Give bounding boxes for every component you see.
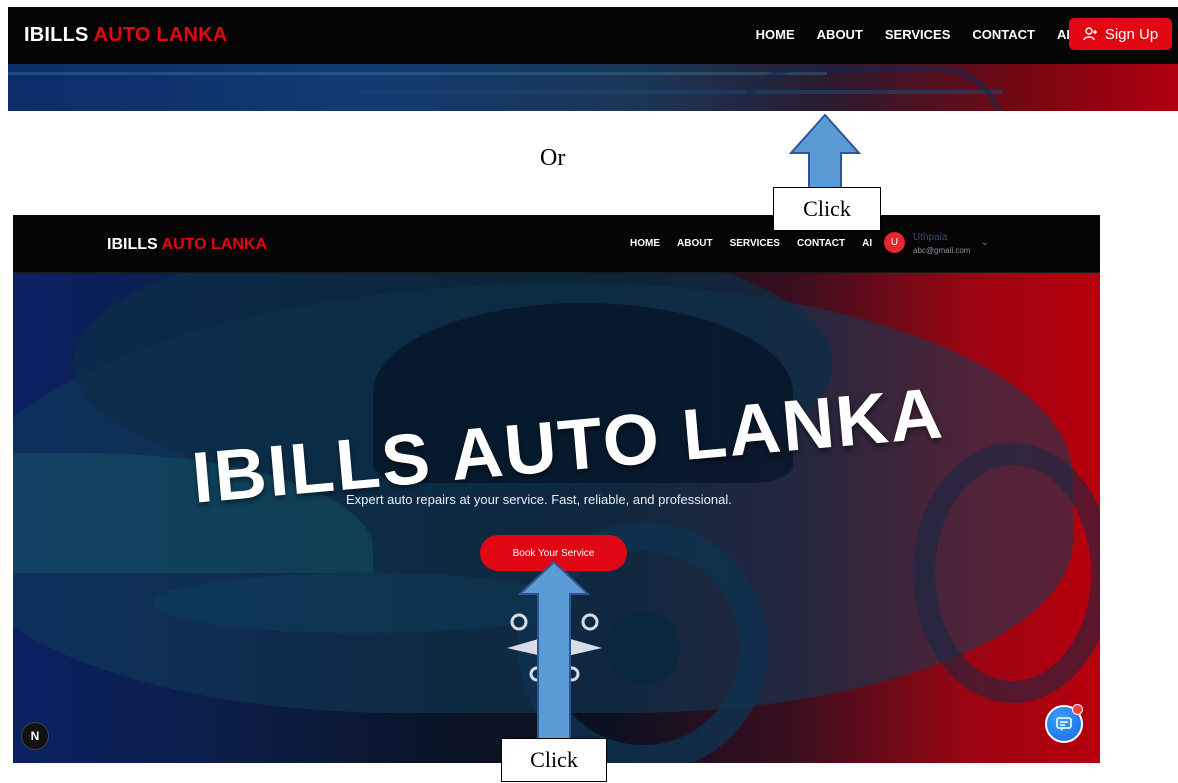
chevron-down-icon[interactable]: ⌄ (981, 237, 989, 248)
arrow-up-icon (789, 113, 861, 189)
brand-logo[interactable]: IBILLS AUTO LANKA (107, 236, 267, 254)
hero-banner-strip (8, 64, 1178, 111)
sign-up-button[interactable]: Sign Up (1069, 18, 1172, 50)
hero-tagline: Expert auto repairs at your service. Fas… (346, 492, 732, 507)
nav-home[interactable]: HOME (630, 238, 660, 249)
nav-menu: HOME ABOUT SERVICES CONTACT AI (630, 238, 872, 249)
nav-contact[interactable]: CONTACT (972, 27, 1035, 42)
click-annotation-top: Click (773, 187, 881, 231)
brand-red-text: AUTO LANKA (161, 236, 268, 253)
nav-ai[interactable]: AI (862, 238, 872, 249)
nav-services[interactable]: SERVICES (885, 27, 951, 42)
brand-logo[interactable]: IBILLS AUTO LANKA (24, 24, 227, 47)
nav-contact[interactable]: CONTACT (797, 238, 845, 249)
sign-up-label: Sign Up (1104, 25, 1159, 43)
nav-services[interactable]: SERVICES (730, 238, 780, 249)
brand-white-text: IBILLS (24, 24, 89, 46)
nav-menu: HOME ABOUT SERVICES CONTACT AI (756, 27, 1070, 42)
arrow-up-icon (518, 560, 590, 742)
nav-about[interactable]: ABOUT (677, 238, 713, 249)
n-badge-icon[interactable]: N (21, 722, 49, 750)
navbar: IBILLS AUTO LANKA HOME ABOUT SERVICES CO… (13, 215, 1100, 273)
or-caption: Or (540, 145, 566, 171)
user-name: Uthpala (913, 232, 948, 243)
notification-dot (1072, 704, 1083, 715)
click-annotation-bottom: Click (501, 738, 607, 782)
navbar: IBILLS AUTO LANKA HOME ABOUT SERVICES CO… (8, 7, 1178, 64)
screenshot-signed-out: IBILLS AUTO LANKA HOME ABOUT SERVICES CO… (8, 7, 1178, 111)
user-email: abc@gmail.com (913, 246, 971, 255)
brand-white-text: IBILLS (107, 236, 158, 253)
nav-about[interactable]: ABOUT (817, 27, 863, 42)
brand-red-text: AUTO LANKA (93, 24, 228, 46)
user-plus-icon (1083, 27, 1097, 41)
avatar[interactable]: U (884, 232, 905, 253)
nav-home[interactable]: HOME (756, 27, 795, 42)
